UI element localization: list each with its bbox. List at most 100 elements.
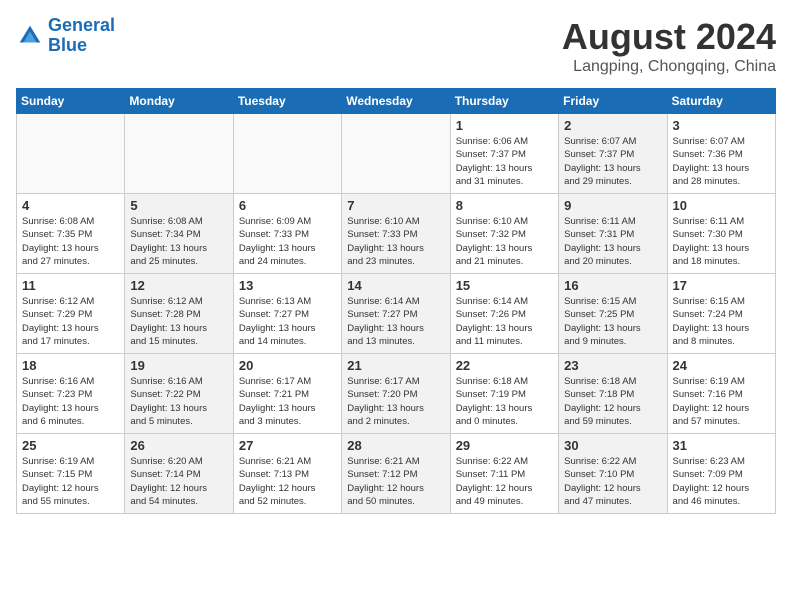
calendar-table: SundayMondayTuesdayWednesdayThursdayFrid…	[16, 88, 776, 514]
day-info: Sunrise: 6:16 AM Sunset: 7:23 PM Dayligh…	[22, 375, 119, 428]
day-number: 6	[239, 198, 336, 213]
day-cell: 1 Sunrise: 6:06 AM Sunset: 7:37 PM Daylig…	[450, 114, 558, 194]
day-cell: 16Sunrise: 6:15 AM Sunset: 7:25 PM Dayli…	[559, 274, 667, 354]
day-number: 28	[347, 438, 444, 453]
logo-line2: Blue	[48, 35, 87, 55]
calendar-title: August 2024	[562, 16, 776, 58]
day-info: Sunrise: 6:19 AM Sunset: 7:15 PM Dayligh…	[22, 455, 119, 508]
day-cell: 6 Sunrise: 6:09 AM Sunset: 7:33 PM Daylig…	[233, 194, 341, 274]
day-number: 9	[564, 198, 661, 213]
day-info: Sunrise: 6:10 AM Sunset: 7:32 PM Dayligh…	[456, 215, 553, 268]
day-info: Sunrise: 6:19 AM Sunset: 7:16 PM Dayligh…	[673, 375, 770, 428]
day-cell: 22 Sunrise: 6:18 AM Sunset: 7:19 PM Dayli…	[450, 354, 558, 434]
day-number: 17	[673, 278, 770, 293]
day-number: 29	[456, 438, 553, 453]
day-cell: 7 Sunrise: 6:10 AM Sunset: 7:33 PM Daylig…	[342, 194, 450, 274]
day-cell: 25 Sunrise: 6:19 AM Sunset: 7:15 PM Dayli…	[17, 434, 125, 514]
day-info: Sunrise: 6:22 AM Sunset: 7:11 PM Dayligh…	[456, 455, 553, 508]
day-info: Sunrise: 6:07 AM Sunset: 7:36 PM Dayligh…	[673, 135, 770, 188]
day-cell: 15 Sunrise: 6:14 AM Sunset: 7:26 PM Dayli…	[450, 274, 558, 354]
day-number: 21	[347, 358, 444, 373]
day-number: 7	[347, 198, 444, 213]
day-cell	[342, 114, 450, 194]
col-header-saturday: Saturday	[667, 89, 775, 114]
day-info: Sunrise: 6:16 AM Sunset: 7:22 PM Dayligh…	[130, 375, 227, 428]
col-header-friday: Friday	[559, 89, 667, 114]
day-cell: 24 Sunrise: 6:19 AM Sunset: 7:16 PM Dayli…	[667, 354, 775, 434]
day-number: 18	[22, 358, 119, 373]
day-cell: 8 Sunrise: 6:10 AM Sunset: 7:32 PM Daylig…	[450, 194, 558, 274]
day-cell: 13 Sunrise: 6:13 AM Sunset: 7:27 PM Dayli…	[233, 274, 341, 354]
day-info: Sunrise: 6:08 AM Sunset: 7:35 PM Dayligh…	[22, 215, 119, 268]
day-number: 20	[239, 358, 336, 373]
day-number: 31	[673, 438, 770, 453]
logo-line1: General	[48, 15, 115, 35]
day-cell: 30 Sunrise: 6:22 AM Sunset: 7:10 PM Dayli…	[559, 434, 667, 514]
logo-text: General Blue	[48, 16, 115, 56]
day-cell: 19 Sunrise: 6:16 AM Sunset: 7:22 PM Dayli…	[125, 354, 233, 434]
day-cell: 3 Sunrise: 6:07 AM Sunset: 7:36 PM Daylig…	[667, 114, 775, 194]
calendar-subtitle: Langping, Chongqing, China	[562, 58, 776, 76]
day-info: Sunrise: 6:22 AM Sunset: 7:10 PM Dayligh…	[564, 455, 661, 508]
day-info: Sunrise: 6:20 AM Sunset: 7:14 PM Dayligh…	[130, 455, 227, 508]
week-row-2: 4 Sunrise: 6:08 AM Sunset: 7:35 PM Daylig…	[17, 194, 776, 274]
day-number: 23	[564, 358, 661, 373]
day-cell: 14 Sunrise: 6:14 AM Sunset: 7:27 PM Dayli…	[342, 274, 450, 354]
logo: General Blue	[16, 16, 115, 56]
week-row-3: 11Sunrise: 6:12 AM Sunset: 7:29 PM Dayli…	[17, 274, 776, 354]
day-info: Sunrise: 6:15 AM Sunset: 7:24 PM Dayligh…	[673, 295, 770, 348]
day-cell: 12 Sunrise: 6:12 AM Sunset: 7:28 PM Dayli…	[125, 274, 233, 354]
col-header-thursday: Thursday	[450, 89, 558, 114]
day-number: 2	[564, 118, 661, 133]
week-row-4: 18 Sunrise: 6:16 AM Sunset: 7:23 PM Dayli…	[17, 354, 776, 434]
day-cell: 29 Sunrise: 6:22 AM Sunset: 7:11 PM Dayli…	[450, 434, 558, 514]
day-cell: 20Sunrise: 6:17 AM Sunset: 7:21 PM Dayli…	[233, 354, 341, 434]
day-info: Sunrise: 6:14 AM Sunset: 7:26 PM Dayligh…	[456, 295, 553, 348]
col-header-sunday: Sunday	[17, 89, 125, 114]
day-cell: 9 Sunrise: 6:11 AM Sunset: 7:31 PM Daylig…	[559, 194, 667, 274]
day-cell: 5Sunrise: 6:08 AM Sunset: 7:34 PM Daylig…	[125, 194, 233, 274]
day-info: Sunrise: 6:09 AM Sunset: 7:33 PM Dayligh…	[239, 215, 336, 268]
col-header-wednesday: Wednesday	[342, 89, 450, 114]
day-number: 24	[673, 358, 770, 373]
day-info: Sunrise: 6:18 AM Sunset: 7:19 PM Dayligh…	[456, 375, 553, 428]
day-info: Sunrise: 6:17 AM Sunset: 7:20 PM Dayligh…	[347, 375, 444, 428]
day-number: 25	[22, 438, 119, 453]
day-number: 14	[347, 278, 444, 293]
day-number: 1	[456, 118, 553, 133]
day-info: Sunrise: 6:07 AM Sunset: 7:37 PM Dayligh…	[564, 135, 661, 188]
day-number: 11	[22, 278, 119, 293]
day-cell: 11Sunrise: 6:12 AM Sunset: 7:29 PM Dayli…	[17, 274, 125, 354]
day-number: 5	[130, 198, 227, 213]
day-cell: 2 Sunrise: 6:07 AM Sunset: 7:37 PM Daylig…	[559, 114, 667, 194]
day-info: Sunrise: 6:21 AM Sunset: 7:12 PM Dayligh…	[347, 455, 444, 508]
day-info: Sunrise: 6:13 AM Sunset: 7:27 PM Dayligh…	[239, 295, 336, 348]
day-info: Sunrise: 6:10 AM Sunset: 7:33 PM Dayligh…	[347, 215, 444, 268]
week-row-5: 25 Sunrise: 6:19 AM Sunset: 7:15 PM Dayli…	[17, 434, 776, 514]
logo-icon	[16, 22, 44, 50]
calendar-header-row: SundayMondayTuesdayWednesdayThursdayFrid…	[17, 89, 776, 114]
day-cell	[233, 114, 341, 194]
week-row-1: 1 Sunrise: 6:06 AM Sunset: 7:37 PM Daylig…	[17, 114, 776, 194]
day-number: 16	[564, 278, 661, 293]
day-cell: 4 Sunrise: 6:08 AM Sunset: 7:35 PM Daylig…	[17, 194, 125, 274]
day-info: Sunrise: 6:18 AM Sunset: 7:18 PM Dayligh…	[564, 375, 661, 428]
day-info: Sunrise: 6:06 AM Sunset: 7:37 PM Dayligh…	[456, 135, 553, 188]
day-number: 13	[239, 278, 336, 293]
day-number: 4	[22, 198, 119, 213]
day-cell: 27Sunrise: 6:21 AM Sunset: 7:13 PM Dayli…	[233, 434, 341, 514]
day-number: 12	[130, 278, 227, 293]
day-cell: 28 Sunrise: 6:21 AM Sunset: 7:12 PM Dayli…	[342, 434, 450, 514]
day-cell: 10Sunrise: 6:11 AM Sunset: 7:30 PM Dayli…	[667, 194, 775, 274]
day-number: 19	[130, 358, 227, 373]
day-number: 3	[673, 118, 770, 133]
day-info: Sunrise: 6:12 AM Sunset: 7:28 PM Dayligh…	[130, 295, 227, 348]
day-info: Sunrise: 6:14 AM Sunset: 7:27 PM Dayligh…	[347, 295, 444, 348]
day-number: 30	[564, 438, 661, 453]
day-info: Sunrise: 6:11 AM Sunset: 7:31 PM Dayligh…	[564, 215, 661, 268]
day-number: 15	[456, 278, 553, 293]
day-cell	[125, 114, 233, 194]
day-number: 8	[456, 198, 553, 213]
day-number: 22	[456, 358, 553, 373]
day-info: Sunrise: 6:23 AM Sunset: 7:09 PM Dayligh…	[673, 455, 770, 508]
